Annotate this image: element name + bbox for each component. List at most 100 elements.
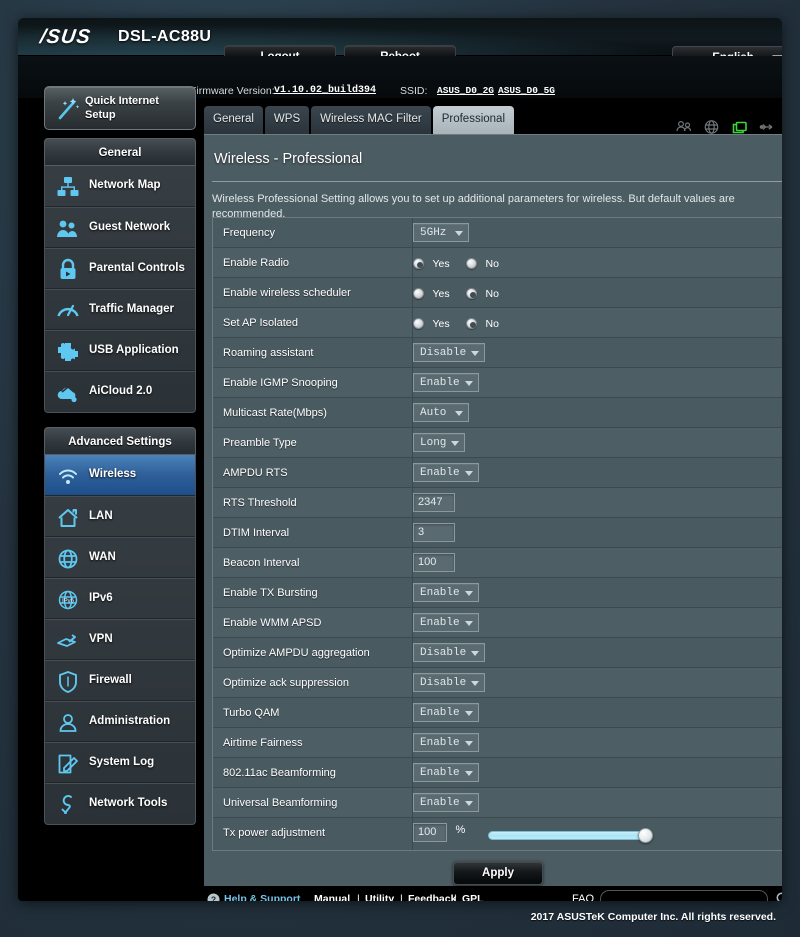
igmp-snooping-select[interactable]: Enable <box>413 373 479 392</box>
enable-radio-yes[interactable] <box>413 258 424 270</box>
frequency-select[interactable]: 5GHz <box>413 223 469 242</box>
tx-power-slider-thumb[interactable] <box>638 828 653 843</box>
sidebar-item-parental-controls[interactable]: Parental Controls <box>45 248 195 289</box>
tx-bursting-select[interactable]: Enable <box>413 583 479 602</box>
wireless-scheduler-no[interactable] <box>466 288 478 300</box>
row-label: 802.11ac Beamforming <box>223 767 336 779</box>
row-control: 5GHz <box>413 218 469 248</box>
apply-button[interactable]: Apply <box>453 861 543 885</box>
multicast-rate-select[interactable]: Auto <box>413 403 469 422</box>
shield-icon <box>55 669 81 695</box>
radio-label-no[interactable]: No <box>486 288 499 300</box>
optimize-ack-select[interactable]: Disable <box>413 673 486 692</box>
radio-label-no[interactable]: No <box>486 318 499 330</box>
svg-text:?: ? <box>211 894 216 901</box>
setting-row-universal-beamforming: Universal Beamforming Enable <box>213 788 782 818</box>
svg-text:IPv6: IPv6 <box>62 598 75 604</box>
row-control: Enable <box>413 578 479 608</box>
sidebar-item-aicloud[interactable]: AiCloud 2.0 <box>45 371 195 412</box>
tab-wireless-mac-filter[interactable]: Wireless MAC Filter <box>311 106 431 134</box>
sidebar-item-usb-application[interactable]: USB Application <box>45 330 195 371</box>
wmm-apsd-select[interactable]: Enable <box>413 613 479 632</box>
row-label: Optimize ack suppression <box>223 677 349 689</box>
beamforming-80211ac-select[interactable]: Enable <box>413 763 479 782</box>
roaming-assistant-select[interactable]: Disable <box>413 343 486 362</box>
sidebar-item-traffic-manager[interactable]: Traffic Manager <box>45 289 195 330</box>
row-label: AMPDU RTS <box>223 467 288 479</box>
log-icon <box>55 751 81 777</box>
sidebar-item-system-log[interactable]: System Log <box>45 742 195 783</box>
ssid-label: SSID: <box>400 85 428 97</box>
universal-beamforming-select[interactable]: Enable <box>413 793 479 812</box>
wireless-professional-settings-table: Frequency 5GHz Enable Radio Yes No Enabl… <box>212 217 782 851</box>
beacon-interval-input[interactable]: 100 <box>413 553 455 572</box>
sidebar-item-label: Traffic Manager <box>89 303 174 315</box>
setting-row-optimize-ack: Optimize ack suppression Disable <box>213 668 782 698</box>
firmware-version-label: Firmware Version: <box>190 85 275 97</box>
row-label: Tx power adjustment <box>223 827 326 839</box>
tab-wps[interactable]: WPS <box>264 106 310 134</box>
router-admin-window: /SUS DSL-AC88U Logout Reboot English Fir… <box>18 18 782 901</box>
enable-radio-no[interactable] <box>466 258 478 270</box>
sidebar-item-wireless[interactable]: Wireless <box>45 455 195 496</box>
sidebar-item-guest-network[interactable]: Guest Network <box>45 207 195 248</box>
asus-logo: /SUS <box>38 26 93 48</box>
sidebar-item-network-tools[interactable]: Network Tools <box>45 783 195 824</box>
sidebar-item-firewall[interactable]: Firewall <box>45 660 195 701</box>
roaming-assistant-select-value: Disable <box>420 347 467 359</box>
sidebar-item-ipv6[interactable]: IPv6 IPv6 <box>45 578 195 619</box>
ampdu-rts-select[interactable]: Enable <box>413 463 479 482</box>
copyright-notice: 2017 ASUSTeK Computer Inc. All rights re… <box>530 911 776 923</box>
wireless-scheduler-yes[interactable] <box>413 288 424 300</box>
row-control: Enable <box>413 458 479 488</box>
utility-link[interactable]: Utility <box>365 893 394 901</box>
setting-row-wmm-apsd: Enable WMM APSD Enable <box>213 608 782 638</box>
sidebar-item-label: USB Application <box>89 344 179 356</box>
gpl-link[interactable]: GPL <box>462 893 484 901</box>
radio-label-no[interactable]: No <box>486 258 499 270</box>
row-control: Enable <box>413 758 479 788</box>
sidebar-item-wan[interactable]: WAN <box>45 537 195 578</box>
row-label: Airtime Fairness <box>223 737 303 749</box>
sidebar-item-vpn[interactable]: VPN <box>45 619 195 660</box>
network-map-icon <box>55 174 81 200</box>
wireless-scheduler-radiogroup: Yes No <box>413 285 511 303</box>
manual-link[interactable]: Manual <box>314 893 350 901</box>
sidebar-item-label: Administration <box>89 715 171 727</box>
tx-power-slider-track[interactable] <box>488 831 651 840</box>
preamble-type-select[interactable]: Long <box>413 433 466 452</box>
dtim-interval-input[interactable]: 3 <box>413 523 455 542</box>
sidebar-item-administration[interactable]: Administration <box>45 701 195 742</box>
ampdu-rts-select-value: Enable <box>420 467 460 479</box>
row-label: Turbo QAM <box>223 707 280 719</box>
turbo-qam-select[interactable]: Enable <box>413 703 479 722</box>
tx-power-input[interactable]: 100 <box>413 823 447 842</box>
ap-isolated-yes[interactable] <box>413 318 424 330</box>
aicloud-icon <box>55 380 81 406</box>
sidebar-item-network-map[interactable]: Network Map <box>45 166 195 207</box>
search-icon[interactable] <box>774 890 782 901</box>
ap-isolated-no[interactable] <box>466 318 478 330</box>
row-label: Optimize AMPDU aggregation <box>223 647 370 659</box>
tab-professional[interactable]: Professional <box>432 106 515 134</box>
rts-threshold-input[interactable]: 2347 <box>413 493 455 512</box>
usb-application-icon <box>55 339 81 365</box>
faq-search-input[interactable] <box>600 890 768 901</box>
row-control: Yes No <box>413 308 511 338</box>
setting-row-airtime-fairness: Airtime Fairness Enable <box>213 728 782 758</box>
sidebar-item-lan[interactable]: LAN <box>45 496 195 537</box>
firmware-version-value[interactable]: v1.10.02_build394 <box>274 85 376 96</box>
tab-general[interactable]: General <box>204 106 263 134</box>
feedback-link[interactable]: Feedback <box>408 893 456 901</box>
ssid-5g-link[interactable]: ASUS_D0_5G <box>498 85 555 96</box>
radio-label-yes[interactable]: Yes <box>432 318 449 330</box>
airtime-fairness-select[interactable]: Enable <box>413 733 479 752</box>
radio-label-yes[interactable]: Yes <box>432 288 449 300</box>
row-label: Enable Radio <box>223 257 290 269</box>
optimize-ampdu-select[interactable]: Disable <box>413 643 486 662</box>
row-control: Yes No <box>413 278 511 308</box>
radio-label-yes[interactable]: Yes <box>432 258 449 270</box>
ssid-2g-link[interactable]: ASUS_D0_2G <box>437 85 494 96</box>
sidebar-item-label: VPN <box>89 633 113 645</box>
quick-internet-setup-button[interactable]: Quick Internet Setup <box>44 86 196 130</box>
